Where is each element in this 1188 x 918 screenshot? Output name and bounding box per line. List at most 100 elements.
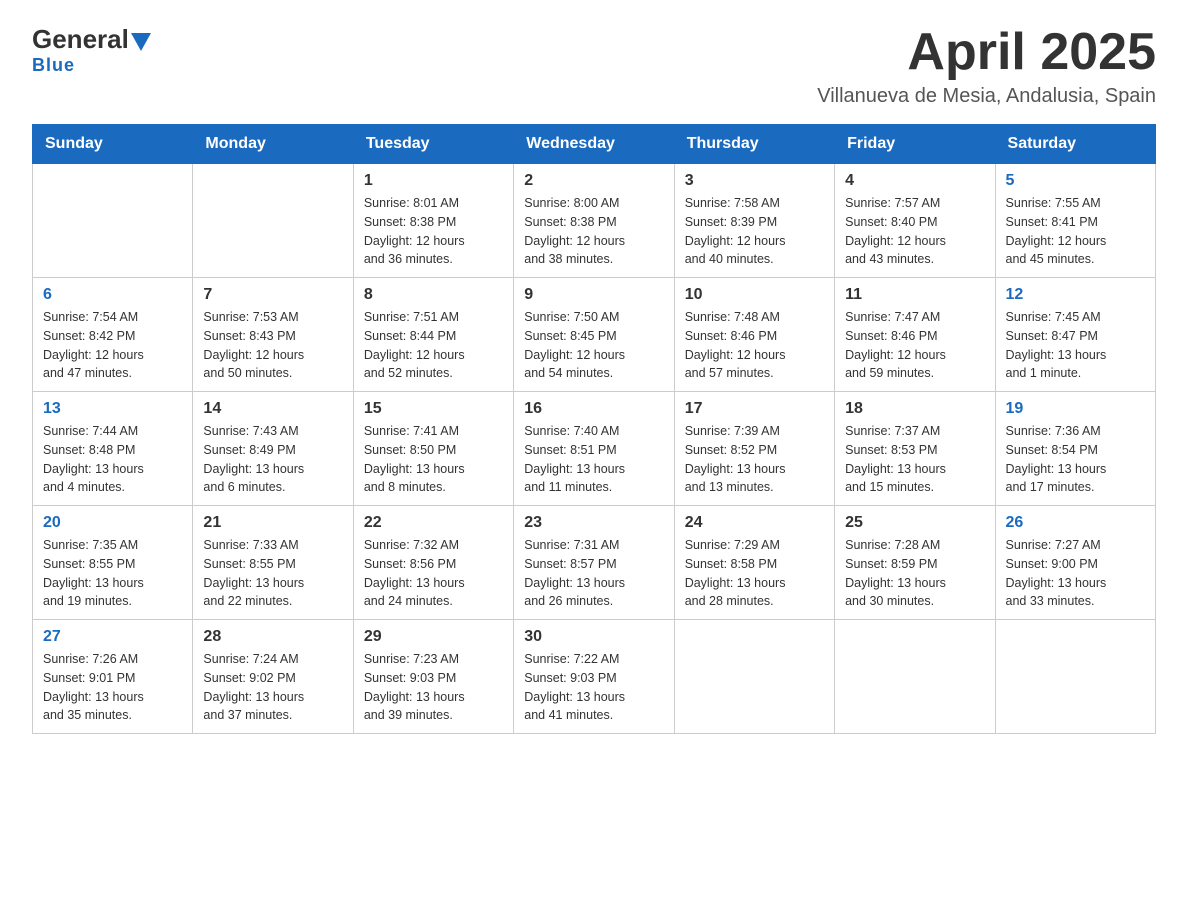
day-number: 6 bbox=[43, 286, 182, 304]
title-block: April 2025 Villanueva de Mesia, Andalusi… bbox=[817, 24, 1156, 108]
calendar-cell: 5 Sunrise: 7:55 AM Sunset: 8:41 PM Daylig… bbox=[995, 164, 1155, 278]
calendar-cell bbox=[193, 164, 353, 278]
calendar-cell: 13 Sunrise: 7:44 AM Sunset: 8:48 PM Dayli… bbox=[33, 392, 193, 506]
day-info: Sunrise: 7:22 AM Sunset: 9:03 PM Dayligh… bbox=[524, 650, 663, 725]
calendar-cell: 26 Sunrise: 7:27 AM Sunset: 9:00 PM Dayli… bbox=[995, 506, 1155, 620]
calendar-cell: 19 Sunrise: 7:36 AM Sunset: 8:54 PM Dayli… bbox=[995, 392, 1155, 506]
calendar-cell: 21 Sunrise: 7:33 AM Sunset: 8:55 PM Dayli… bbox=[193, 506, 353, 620]
calendar-cell: 8 Sunrise: 7:51 AM Sunset: 8:44 PM Daylig… bbox=[353, 278, 513, 392]
day-number: 17 bbox=[685, 400, 824, 418]
calendar-cell: 16 Sunrise: 7:40 AM Sunset: 8:51 PM Dayli… bbox=[514, 392, 674, 506]
weekday-header-sunday: Sunday bbox=[33, 125, 193, 164]
logo-general-text: General bbox=[32, 24, 129, 55]
calendar-cell: 14 Sunrise: 7:43 AM Sunset: 8:49 PM Dayli… bbox=[193, 392, 353, 506]
day-number: 23 bbox=[524, 514, 663, 532]
calendar-cell: 18Sunrise: 7:37 AM Sunset: 8:53 PM Dayli… bbox=[835, 392, 995, 506]
calendar-cell: 22 Sunrise: 7:32 AM Sunset: 8:56 PM Dayli… bbox=[353, 506, 513, 620]
day-number: 8 bbox=[364, 286, 503, 304]
day-number: 9 bbox=[524, 286, 663, 304]
day-number: 29 bbox=[364, 628, 503, 646]
day-info: Sunrise: 7:37 AM Sunset: 8:53 PM Dayligh… bbox=[845, 422, 984, 497]
calendar-cell: 4 Sunrise: 7:57 AM Sunset: 8:40 PM Daylig… bbox=[835, 164, 995, 278]
day-info: Sunrise: 8:00 AM Sunset: 8:38 PM Dayligh… bbox=[524, 194, 663, 269]
day-info: Sunrise: 7:55 AM Sunset: 8:41 PM Dayligh… bbox=[1006, 194, 1145, 269]
day-info: Sunrise: 7:36 AM Sunset: 8:54 PM Dayligh… bbox=[1006, 422, 1145, 497]
calendar-location: Villanueva de Mesia, Andalusia, Spain bbox=[817, 85, 1156, 108]
calendar-cell: 29 Sunrise: 7:23 AM Sunset: 9:03 PM Dayli… bbox=[353, 620, 513, 734]
calendar-cell: 3 Sunrise: 7:58 AM Sunset: 8:39 PM Daylig… bbox=[674, 164, 834, 278]
day-info: Sunrise: 7:23 AM Sunset: 9:03 PM Dayligh… bbox=[364, 650, 503, 725]
day-number: 26 bbox=[1006, 514, 1145, 532]
day-number: 14 bbox=[203, 400, 342, 418]
day-number: 13 bbox=[43, 400, 182, 418]
page-header: General Blue April 2025 Villanueva de Me… bbox=[32, 24, 1156, 108]
calendar-cell bbox=[835, 620, 995, 734]
calendar-cell: 27 Sunrise: 7:26 AM Sunset: 9:01 PM Dayli… bbox=[33, 620, 193, 734]
day-info: Sunrise: 7:47 AM Sunset: 8:46 PM Dayligh… bbox=[845, 308, 984, 383]
day-number: 7 bbox=[203, 286, 342, 304]
day-info: Sunrise: 7:27 AM Sunset: 9:00 PM Dayligh… bbox=[1006, 536, 1145, 611]
weekday-header-friday: Friday bbox=[835, 125, 995, 164]
calendar-cell: 9 Sunrise: 7:50 AM Sunset: 8:45 PM Daylig… bbox=[514, 278, 674, 392]
day-info: Sunrise: 7:26 AM Sunset: 9:01 PM Dayligh… bbox=[43, 650, 182, 725]
day-info: Sunrise: 7:50 AM Sunset: 8:45 PM Dayligh… bbox=[524, 308, 663, 383]
day-info: Sunrise: 7:48 AM Sunset: 8:46 PM Dayligh… bbox=[685, 308, 824, 383]
logo-blue-text: Blue bbox=[32, 55, 75, 76]
day-number: 3 bbox=[685, 172, 824, 190]
logo: General Blue bbox=[32, 24, 151, 76]
weekday-header-thursday: Thursday bbox=[674, 125, 834, 164]
weekday-header-monday: Monday bbox=[193, 125, 353, 164]
day-number: 11 bbox=[845, 286, 984, 304]
day-info: Sunrise: 7:54 AM Sunset: 8:42 PM Dayligh… bbox=[43, 308, 182, 383]
day-info: Sunrise: 7:40 AM Sunset: 8:51 PM Dayligh… bbox=[524, 422, 663, 497]
calendar-cell: 1Sunrise: 8:01 AM Sunset: 8:38 PM Daylig… bbox=[353, 164, 513, 278]
day-number: 15 bbox=[364, 400, 503, 418]
calendar-week-row: 13 Sunrise: 7:44 AM Sunset: 8:48 PM Dayli… bbox=[33, 392, 1156, 506]
day-number: 4 bbox=[845, 172, 984, 190]
day-info: Sunrise: 7:31 AM Sunset: 8:57 PM Dayligh… bbox=[524, 536, 663, 611]
day-info: Sunrise: 7:58 AM Sunset: 8:39 PM Dayligh… bbox=[685, 194, 824, 269]
calendar-cell: 15 Sunrise: 7:41 AM Sunset: 8:50 PM Dayli… bbox=[353, 392, 513, 506]
day-number: 1 bbox=[364, 172, 503, 190]
day-info: Sunrise: 7:43 AM Sunset: 8:49 PM Dayligh… bbox=[203, 422, 342, 497]
calendar-cell: 25 Sunrise: 7:28 AM Sunset: 8:59 PM Dayli… bbox=[835, 506, 995, 620]
day-number: 25 bbox=[845, 514, 984, 532]
day-info: Sunrise: 7:24 AM Sunset: 9:02 PM Dayligh… bbox=[203, 650, 342, 725]
day-info: Sunrise: 7:33 AM Sunset: 8:55 PM Dayligh… bbox=[203, 536, 342, 611]
calendar-cell: 23 Sunrise: 7:31 AM Sunset: 8:57 PM Dayli… bbox=[514, 506, 674, 620]
weekday-header-wednesday: Wednesday bbox=[514, 125, 674, 164]
calendar-week-row: 27 Sunrise: 7:26 AM Sunset: 9:01 PM Dayli… bbox=[33, 620, 1156, 734]
day-info: Sunrise: 7:41 AM Sunset: 8:50 PM Dayligh… bbox=[364, 422, 503, 497]
day-info: Sunrise: 7:57 AM Sunset: 8:40 PM Dayligh… bbox=[845, 194, 984, 269]
calendar-cell: 28 Sunrise: 7:24 AM Sunset: 9:02 PM Dayli… bbox=[193, 620, 353, 734]
day-info: Sunrise: 7:53 AM Sunset: 8:43 PM Dayligh… bbox=[203, 308, 342, 383]
calendar-title: April 2025 bbox=[817, 24, 1156, 81]
day-info: Sunrise: 7:44 AM Sunset: 8:48 PM Dayligh… bbox=[43, 422, 182, 497]
calendar-cell: 7 Sunrise: 7:53 AM Sunset: 8:43 PM Daylig… bbox=[193, 278, 353, 392]
day-number: 28 bbox=[203, 628, 342, 646]
calendar-week-row: 20Sunrise: 7:35 AM Sunset: 8:55 PM Dayli… bbox=[33, 506, 1156, 620]
calendar-week-row: 1Sunrise: 8:01 AM Sunset: 8:38 PM Daylig… bbox=[33, 164, 1156, 278]
calendar-body: 1Sunrise: 8:01 AM Sunset: 8:38 PM Daylig… bbox=[33, 164, 1156, 734]
calendar-table: SundayMondayTuesdayWednesdayThursdayFrid… bbox=[32, 124, 1156, 734]
calendar-cell bbox=[33, 164, 193, 278]
day-number: 19 bbox=[1006, 400, 1145, 418]
day-number: 27 bbox=[43, 628, 182, 646]
calendar-cell: 20Sunrise: 7:35 AM Sunset: 8:55 PM Dayli… bbox=[33, 506, 193, 620]
weekday-header-row: SundayMondayTuesdayWednesdayThursdayFrid… bbox=[33, 125, 1156, 164]
day-number: 5 bbox=[1006, 172, 1145, 190]
day-number: 22 bbox=[364, 514, 503, 532]
calendar-cell: 24 Sunrise: 7:29 AM Sunset: 8:58 PM Dayli… bbox=[674, 506, 834, 620]
calendar-cell: 30 Sunrise: 7:22 AM Sunset: 9:03 PM Dayli… bbox=[514, 620, 674, 734]
day-number: 16 bbox=[524, 400, 663, 418]
day-info: Sunrise: 7:32 AM Sunset: 8:56 PM Dayligh… bbox=[364, 536, 503, 611]
calendar-cell bbox=[995, 620, 1155, 734]
day-number: 2 bbox=[524, 172, 663, 190]
day-number: 30 bbox=[524, 628, 663, 646]
day-number: 24 bbox=[685, 514, 824, 532]
day-info: Sunrise: 7:51 AM Sunset: 8:44 PM Dayligh… bbox=[364, 308, 503, 383]
calendar-cell: 17Sunrise: 7:39 AM Sunset: 8:52 PM Dayli… bbox=[674, 392, 834, 506]
day-info: Sunrise: 7:28 AM Sunset: 8:59 PM Dayligh… bbox=[845, 536, 984, 611]
day-number: 21 bbox=[203, 514, 342, 532]
day-info: Sunrise: 7:29 AM Sunset: 8:58 PM Dayligh… bbox=[685, 536, 824, 611]
